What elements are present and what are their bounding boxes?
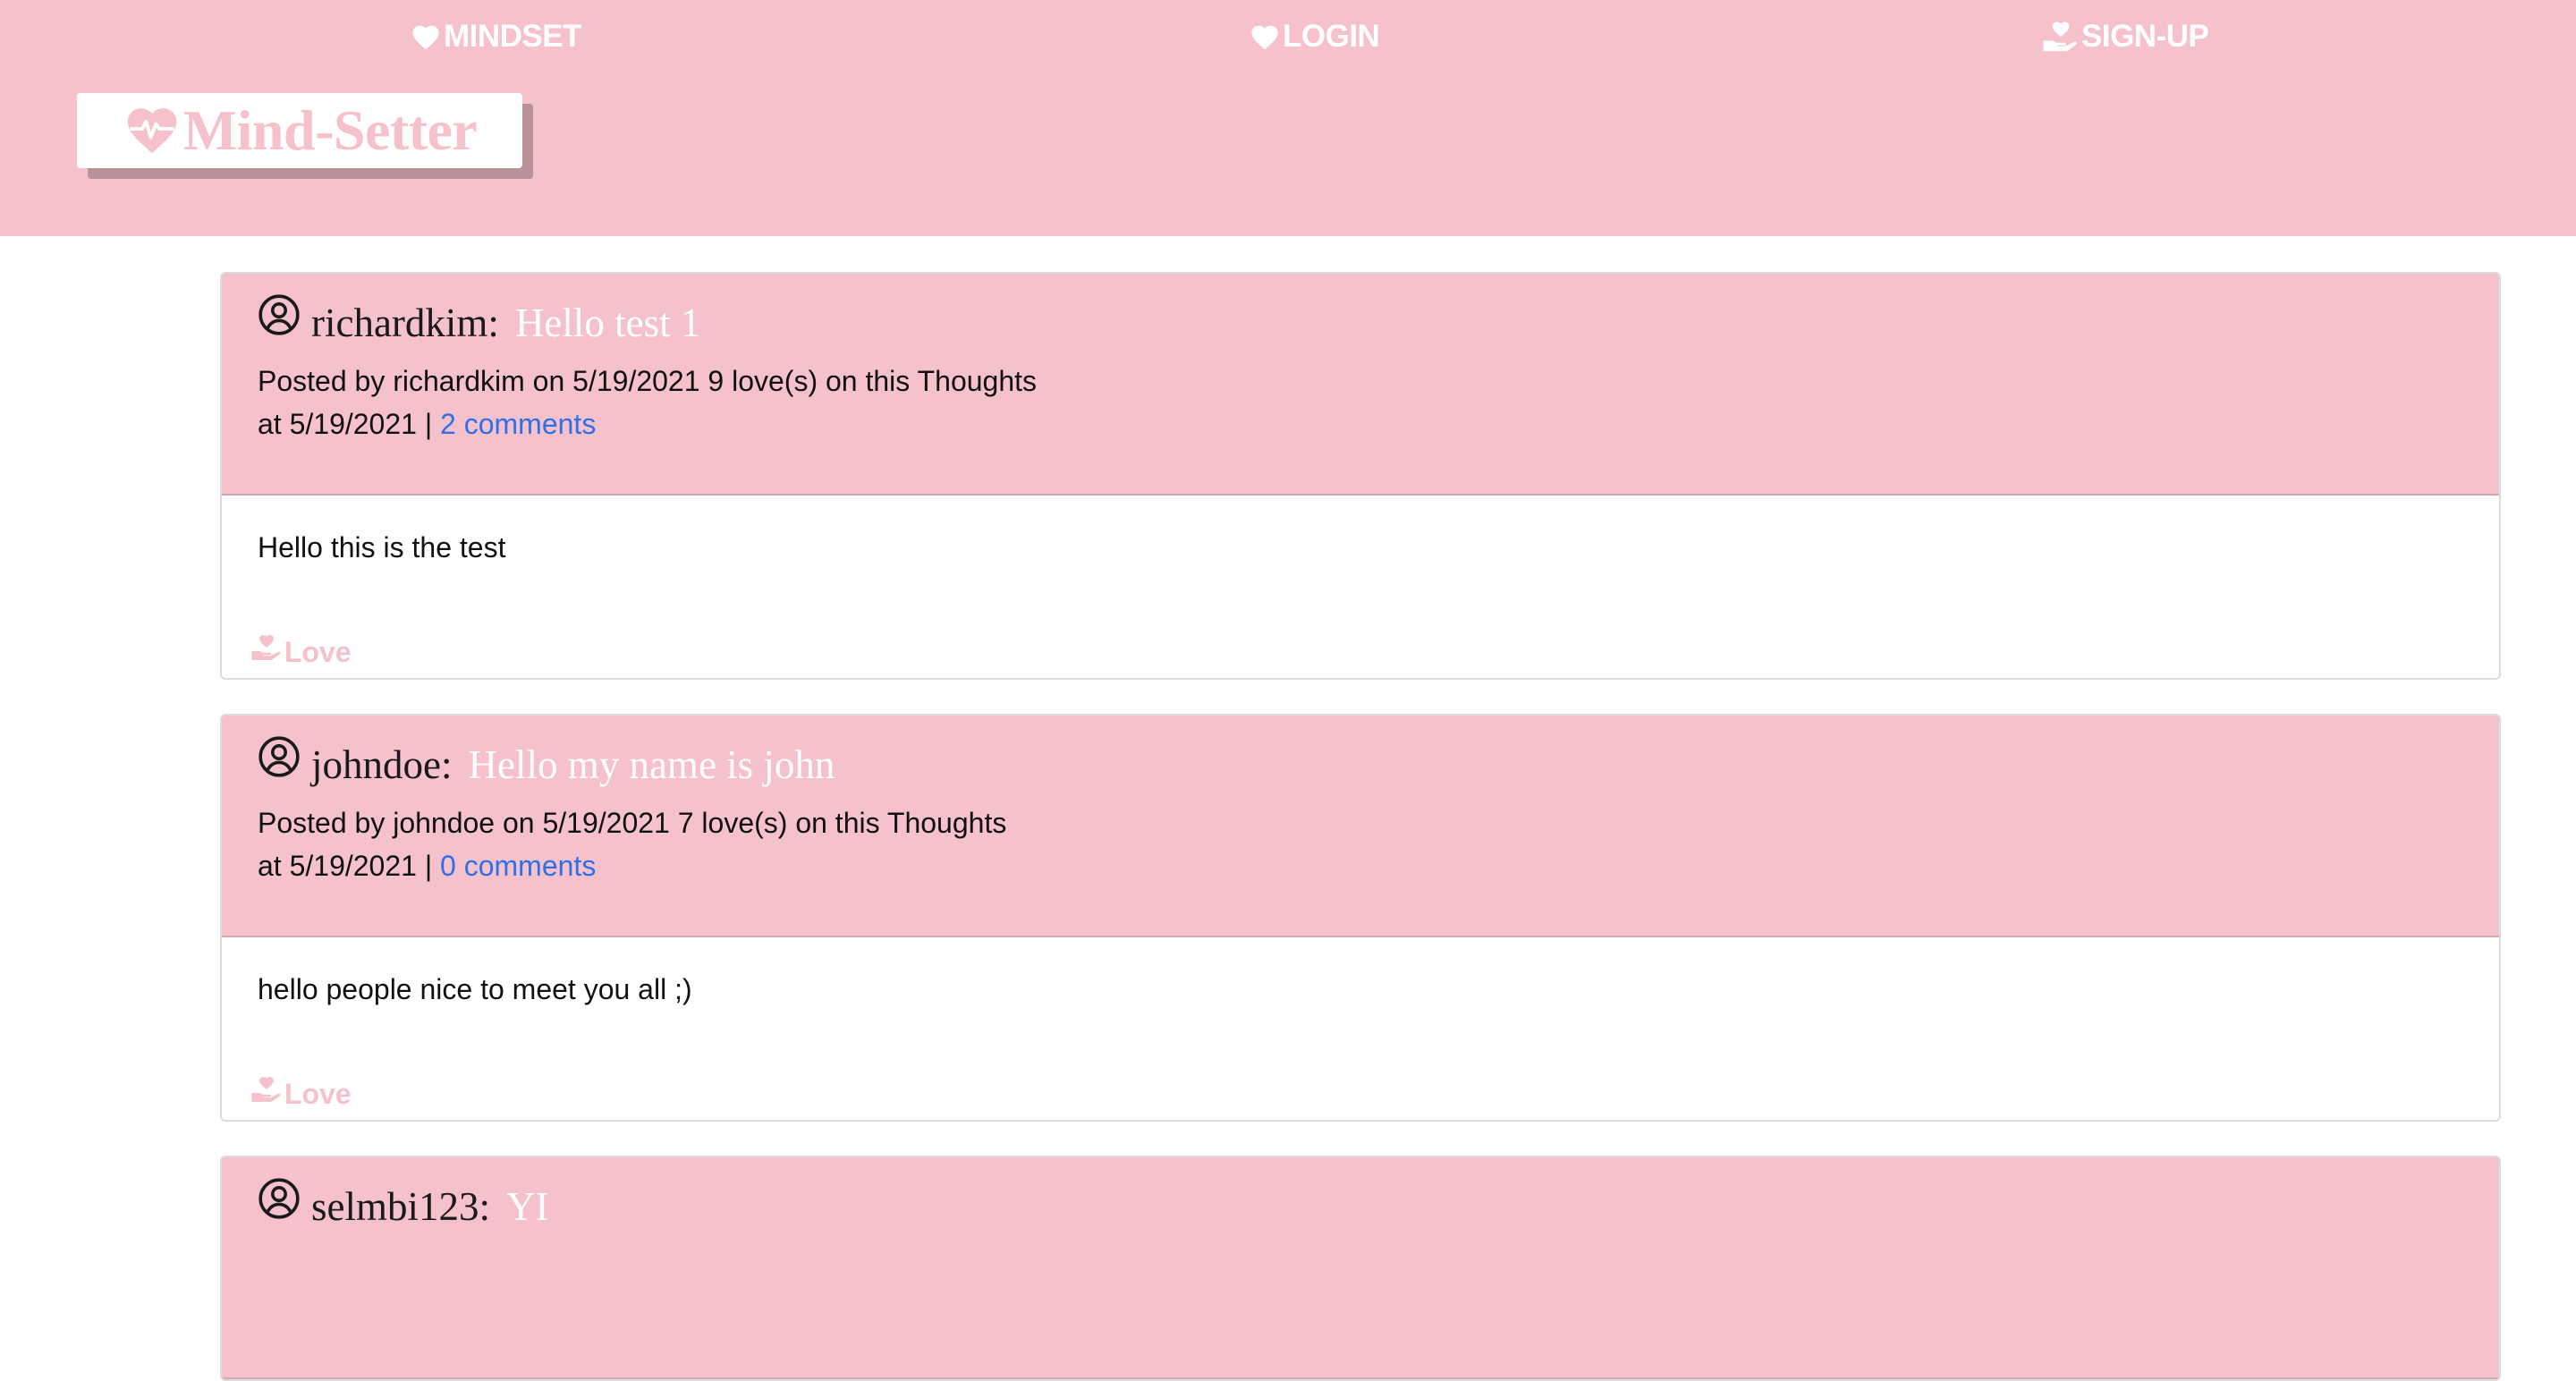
- post-title: YI: [506, 1183, 549, 1229]
- heart-icon: [410, 22, 442, 51]
- post-meta-line: at 5/19/2021 | 2 comments: [258, 402, 1037, 445]
- nav-login-label: LOGIN: [1283, 19, 1380, 54]
- love-button-label: Love: [284, 636, 352, 668]
- post-title-row: richardkim: Hello test 1: [258, 293, 700, 352]
- hand-heart-icon: [2042, 21, 2080, 53]
- post-card-body: Hello this is the test Love: [222, 496, 2499, 678]
- post-username: johndoe:: [311, 741, 453, 787]
- love-button-label: Love: [284, 1078, 352, 1110]
- post-meta-line: at 5/19/2021 | 0 comments: [258, 844, 1006, 887]
- user-circle-icon: [258, 293, 301, 352]
- nav-mindset-link[interactable]: MINDSET: [410, 14, 582, 59]
- post-card-body: hello people nice to meet you all ;) Lov…: [222, 937, 2499, 1120]
- post-title: Hello my name is john: [468, 741, 835, 787]
- love-button[interactable]: Love: [250, 633, 352, 669]
- site-header: MINDSET LOGIN SIGN-UP Mind-Setter: [0, 0, 2576, 236]
- post-card: selmbi123: YI: [220, 1156, 2501, 1381]
- post-username: selmbi123:: [311, 1183, 490, 1229]
- post-body-text: hello people nice to meet you all ;): [258, 973, 692, 1005]
- post-card: richardkim: Hello test 1 Posted by richa…: [220, 272, 2501, 680]
- site-logo[interactable]: Mind-Setter: [77, 93, 522, 168]
- nav-signup-label: SIGN-UP: [2081, 19, 2209, 54]
- post-title: Hello test 1: [514, 300, 701, 345]
- user-circle-icon: [258, 1177, 301, 1235]
- hand-heart-icon: [250, 633, 283, 669]
- post-card-header: selmbi123: YI: [222, 1157, 2499, 1379]
- post-meta-line: Posted by richardkim on 5/19/2021 9 love…: [258, 365, 1038, 397]
- post-body-text: Hello this is the test: [258, 531, 506, 563]
- post-date: at 5/19/2021 |: [258, 408, 433, 440]
- post-meta-line: Posted by johndoe on 5/19/2021 7 love(s)…: [258, 807, 1007, 839]
- comments-link[interactable]: 0 comments: [440, 850, 596, 882]
- post-card-header: johndoe: Hello my name is john Posted by…: [222, 716, 2499, 937]
- heart-icon: [1249, 22, 1281, 51]
- post-meta: Posted by richardkim on 5/19/2021 9 love…: [258, 360, 1037, 445]
- love-button[interactable]: Love: [250, 1075, 352, 1111]
- post-date: at 5/19/2021 |: [258, 850, 433, 882]
- post-card: johndoe: Hello my name is john Posted by…: [220, 714, 2501, 1122]
- post-title-row: johndoe: Hello my name is john: [258, 735, 835, 793]
- post-meta: Posted by johndoe on 5/19/2021 7 love(s)…: [258, 801, 1006, 887]
- post-card-header: richardkim: Hello test 1 Posted by richa…: [222, 274, 2499, 496]
- hand-heart-icon: [250, 1075, 283, 1111]
- logo-text: Mind-Setter: [182, 98, 478, 162]
- nav-mindset-label: MINDSET: [444, 19, 582, 54]
- heartbeat-icon: [123, 102, 182, 160]
- post-title-row: selmbi123: YI: [258, 1177, 548, 1235]
- nav-login-link[interactable]: LOGIN: [1249, 14, 1380, 59]
- nav-signup-link[interactable]: SIGN-UP: [2042, 14, 2209, 59]
- comments-link[interactable]: 2 comments: [440, 408, 596, 440]
- post-username: richardkim:: [311, 300, 499, 345]
- user-circle-icon: [258, 735, 301, 793]
